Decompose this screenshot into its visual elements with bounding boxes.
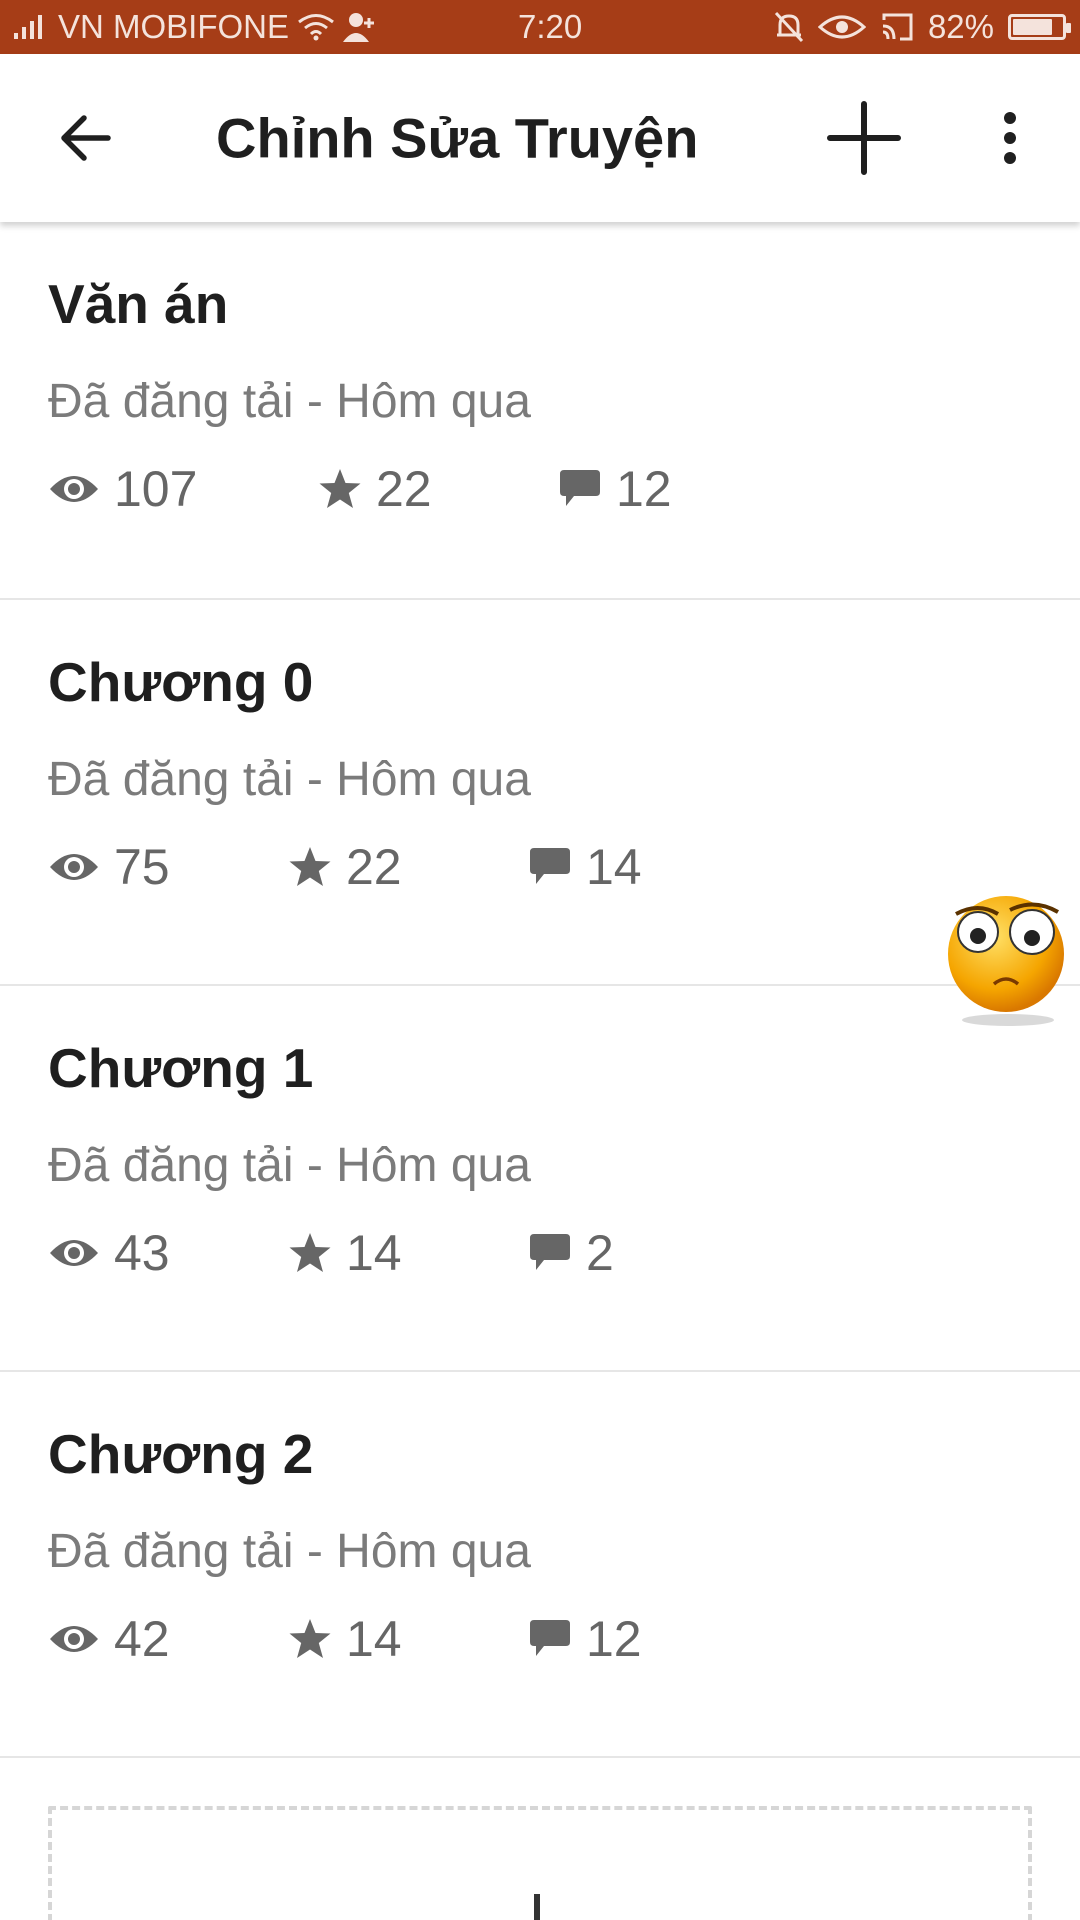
views-stat: 42 xyxy=(48,1610,288,1668)
cast-icon xyxy=(882,13,913,41)
part-title: Chương 0 xyxy=(48,651,314,713)
votes-stat: 14 xyxy=(288,1224,528,1282)
star-icon xyxy=(289,1619,331,1658)
comment-icon xyxy=(560,470,600,506)
eye-icon xyxy=(50,1240,98,1266)
views-count: 43 xyxy=(114,1225,170,1281)
views-stat: 43 xyxy=(48,1224,288,1282)
eye-icon xyxy=(50,854,98,880)
part-status: Đã đăng tải - Hôm qua xyxy=(48,375,531,428)
votes-count: 22 xyxy=(346,839,402,895)
status-time: 7:20 xyxy=(518,8,583,45)
comments-count: 14 xyxy=(586,839,642,895)
battery-percent: 82% xyxy=(927,8,994,45)
signal-icon xyxy=(14,15,42,39)
floating-emoji-icon[interactable] xyxy=(944,888,1072,1028)
more-options-button[interactable] xyxy=(990,93,1030,183)
new-part-box[interactable] xyxy=(48,1806,1032,1920)
star-icon xyxy=(289,847,331,886)
part-title: Chương 2 xyxy=(48,1423,314,1485)
comments-stat: 14 xyxy=(528,838,642,896)
arrow-left-icon xyxy=(61,115,111,161)
part-status: Đã đăng tải - Hôm qua xyxy=(48,753,531,806)
part-title: Chương 1 xyxy=(48,1037,314,1099)
comments-count: 2 xyxy=(586,1225,614,1281)
eye-icon xyxy=(50,1626,98,1652)
votes-count: 14 xyxy=(346,1611,402,1667)
parts-list: Văn án Đã đăng tải - Hôm qua 107 22 12 C… xyxy=(0,222,1080,1758)
part-stats: 43 14 2 xyxy=(48,1224,614,1282)
views-count: 42 xyxy=(114,1611,170,1667)
battery-fill xyxy=(1013,19,1053,35)
part-item[interactable]: Chương 1 Đã đăng tải - Hôm qua 43 14 2 xyxy=(0,986,1080,1372)
status-left: VN MOBIFONE xyxy=(14,8,484,46)
part-title: Văn án xyxy=(48,273,229,335)
eye-icon xyxy=(817,15,866,39)
part-stats: 107 22 12 xyxy=(48,460,672,518)
status-right: 82% xyxy=(774,8,1071,46)
views-stat: 107 xyxy=(48,460,318,518)
back-button[interactable] xyxy=(50,103,120,173)
battery-icon xyxy=(1008,14,1071,40)
status-bar: VN MOBIFONE 7:20 82% xyxy=(0,0,1080,54)
part-item[interactable]: Chương 0 Đã đăng tải - Hôm qua 75 22 14 xyxy=(0,600,1080,986)
comment-icon xyxy=(530,1234,570,1270)
views-count: 107 xyxy=(114,461,198,517)
part-stats: 42 14 12 xyxy=(48,1610,642,1668)
star-icon xyxy=(289,1233,331,1272)
comments-stat: 2 xyxy=(528,1224,614,1282)
contact-icon xyxy=(343,13,375,42)
votes-stat: 22 xyxy=(318,460,558,518)
page-title: Chỉnh Sửa Truyện xyxy=(216,106,699,170)
votes-stat: 22 xyxy=(288,838,528,896)
votes-stat: 14 xyxy=(288,1610,528,1668)
app-bar: Chỉnh Sửa Truyện xyxy=(0,54,1080,222)
wifi-icon xyxy=(298,14,334,41)
part-item[interactable]: Chương 2 Đã đăng tải - Hôm qua 42 14 12 xyxy=(0,1372,1080,1758)
part-stats: 75 22 14 xyxy=(48,838,642,896)
plus-icon xyxy=(827,101,901,175)
comments-count: 12 xyxy=(586,1611,642,1667)
votes-count: 14 xyxy=(346,1225,402,1281)
comment-icon xyxy=(530,848,570,884)
eye-icon xyxy=(50,476,98,502)
votes-count: 22 xyxy=(376,461,432,517)
views-stat: 75 xyxy=(48,838,288,896)
comments-count: 12 xyxy=(616,461,672,517)
views-count: 75 xyxy=(114,839,170,895)
part-status: Đã đăng tải - Hôm qua xyxy=(48,1525,531,1578)
mute-bell-icon xyxy=(774,11,804,43)
comments-stat: 12 xyxy=(528,1610,642,1668)
part-item[interactable]: Văn án Đã đăng tải - Hôm qua 107 22 12 xyxy=(0,222,1080,600)
comment-icon xyxy=(530,1620,570,1656)
comments-stat: 12 xyxy=(558,460,672,518)
add-part-button[interactable] xyxy=(822,96,906,180)
carrier-name: VN MOBIFONE xyxy=(58,8,290,45)
star-icon xyxy=(319,469,361,508)
new-part-plus-icon xyxy=(534,1894,540,1920)
part-status: Đã đăng tải - Hôm qua xyxy=(48,1139,531,1192)
more-vert-icon xyxy=(1004,112,1016,164)
